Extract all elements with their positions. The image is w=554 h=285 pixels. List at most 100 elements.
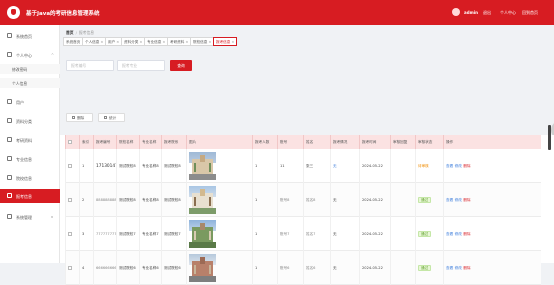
image-cell: [186, 149, 252, 183]
sidebar-item-label: 个人中心: [16, 53, 32, 58]
view-button[interactable]: 查看: [446, 164, 453, 169]
select-all-checkbox[interactable]: [68, 140, 72, 144]
time-value: 2024-05-22: [362, 164, 383, 168]
major-value: 专业名称7: [142, 231, 159, 236]
sidebar-item-majors[interactable]: 专业信息: [0, 152, 60, 166]
table-row[interactable]: 11713014759363测试院校8专业名称8测试院校8111张三无2024-…: [65, 149, 541, 183]
tab-exam-materials[interactable]: 考研资料×: [167, 37, 192, 46]
select-cell[interactable]: [65, 183, 79, 217]
edit-button[interactable]: 修改: [455, 198, 462, 203]
sidebar-item-label: 系统首页: [16, 34, 32, 39]
row-checkbox[interactable]: [68, 232, 72, 236]
tab-majors[interactable]: 专业信息×: [144, 37, 169, 46]
logo-icon: [7, 6, 20, 19]
sidebar-item-profile-center[interactable]: 个人中心 ^: [0, 48, 60, 62]
select-cell[interactable]: [65, 149, 79, 183]
delete-row-button[interactable]: 删除: [463, 164, 470, 169]
view-button[interactable]: 查看: [446, 266, 453, 271]
close-icon[interactable]: ×: [139, 40, 142, 44]
view-button[interactable]: 查看: [446, 232, 453, 237]
edit-button[interactable]: 修改: [455, 266, 462, 271]
school-photo: [189, 152, 216, 180]
tab-schools[interactable]: 院校信息×: [190, 37, 215, 46]
dept-value: 测试院校8: [164, 163, 181, 168]
tab-users[interactable]: 用户×: [105, 37, 123, 46]
situation-cell: 无: [330, 217, 359, 251]
sidebar-item-applications[interactable]: 报考信息: [0, 189, 60, 203]
delete-row-button[interactable]: 删除: [463, 198, 470, 203]
edit-button[interactable]: 修改: [455, 232, 462, 237]
breadcrumb-home[interactable]: 首页: [66, 30, 74, 35]
number-column-header: 报考编号: [93, 135, 116, 149]
close-icon[interactable]: ×: [162, 40, 165, 44]
tab-material-categories[interactable]: 资料分类×: [121, 37, 146, 46]
account-cell: 账号7: [277, 217, 303, 251]
close-icon[interactable]: ×: [100, 40, 103, 44]
logout-link[interactable]: 退出: [483, 10, 491, 16]
number-cell: 1713014759363: [93, 149, 116, 183]
school-cell: 测试院校7: [116, 217, 139, 251]
account-value: 11: [280, 164, 285, 168]
status-column-header: 审核状态: [415, 135, 443, 149]
sidebar-item-schools[interactable]: 院校信息: [0, 171, 60, 185]
sidebar-subitem-change-password[interactable]: 修改密码: [0, 64, 60, 74]
index-value: 3: [82, 232, 85, 236]
table-row[interactable]: 28888888888测试院校8专业名称8测试院校81账号8姓名8无2024-0…: [65, 183, 541, 217]
sidebar-item-users[interactable]: 用户: [0, 95, 60, 109]
status-cell: 通过: [415, 217, 443, 251]
table-row[interactable]: 46666666666测试院校6专业名称6测试院校61账号6姓名6无2024-0…: [65, 251, 541, 285]
sidebar-item-system[interactable]: 系统管理 v: [0, 210, 60, 224]
index-value: 4: [82, 266, 85, 270]
profile-link[interactable]: 个人中心: [500, 10, 516, 16]
sidebar-item-home[interactable]: 系统首页: [0, 29, 60, 43]
breadcrumb-current: 报考信息: [78, 30, 95, 35]
tab-label: 资料分类: [124, 40, 139, 44]
school-value: 测试院校6: [119, 265, 136, 270]
tab-home[interactable]: 系统首页: [63, 37, 84, 46]
close-icon[interactable]: ×: [116, 40, 119, 44]
major-cell: 专业名称8: [139, 149, 161, 183]
reply-cell: [390, 217, 415, 251]
view-button[interactable]: 查看: [446, 198, 453, 203]
row-checkbox[interactable]: [68, 266, 72, 270]
major-cell: 专业名称8: [139, 183, 161, 217]
dept-cell: 测试院校7: [161, 217, 186, 251]
delete-button[interactable]: 删除: [66, 113, 93, 122]
sidebar-subitem-personal-info[interactable]: 个人信息: [0, 78, 60, 88]
sidebar-item-material-categories[interactable]: 资料分类: [0, 114, 60, 128]
edit-button[interactable]: 修改: [455, 164, 462, 169]
name-cell: 姓名7: [303, 217, 330, 251]
close-icon[interactable]: ×: [185, 40, 188, 44]
delete-row-button[interactable]: 删除: [463, 266, 470, 271]
home-link[interactable]: 回到首页: [522, 10, 538, 16]
row-checkbox[interactable]: [68, 198, 72, 202]
delete-row-button[interactable]: 删除: [463, 232, 470, 237]
sidebar-item-exam-materials[interactable]: 考研资料: [0, 133, 60, 147]
situation-value[interactable]: 无: [333, 164, 337, 169]
situation-column-header: 报考情况: [330, 135, 359, 149]
account-cell: 11: [277, 149, 303, 183]
stats-button[interactable]: 统计: [98, 113, 125, 122]
sidebar-item-label: 专业信息: [16, 157, 32, 162]
tab-personal-info[interactable]: 个人信息×: [82, 37, 107, 46]
major-name-input[interactable]: 报考专业: [117, 60, 165, 71]
close-icon[interactable]: ×: [208, 40, 211, 44]
row-checkbox[interactable]: [68, 164, 72, 168]
scrollbar[interactable]: [548, 125, 551, 150]
reply-cell: [390, 251, 415, 285]
tab-label: 系统首页: [66, 40, 81, 44]
school-photo: [189, 254, 216, 282]
status-badge: 待审核: [418, 163, 429, 168]
status-cell: 待审核: [415, 149, 443, 183]
select-column-header[interactable]: [65, 135, 79, 149]
table-row[interactable]: 37777777777测试院校7专业名称7测试院校71账号7姓名7无2024-0…: [65, 217, 541, 251]
count-value: 1: [255, 164, 258, 168]
query-button[interactable]: 查询: [170, 60, 192, 71]
close-icon[interactable]: ×: [231, 40, 234, 44]
select-cell[interactable]: [65, 251, 79, 285]
status-cell: 通过: [415, 183, 443, 217]
application-number-input[interactable]: 报考编号: [66, 60, 114, 71]
select-cell[interactable]: [65, 217, 79, 251]
reply-cell: [390, 149, 415, 183]
tab-applications[interactable]: 报考信息×: [213, 37, 238, 46]
